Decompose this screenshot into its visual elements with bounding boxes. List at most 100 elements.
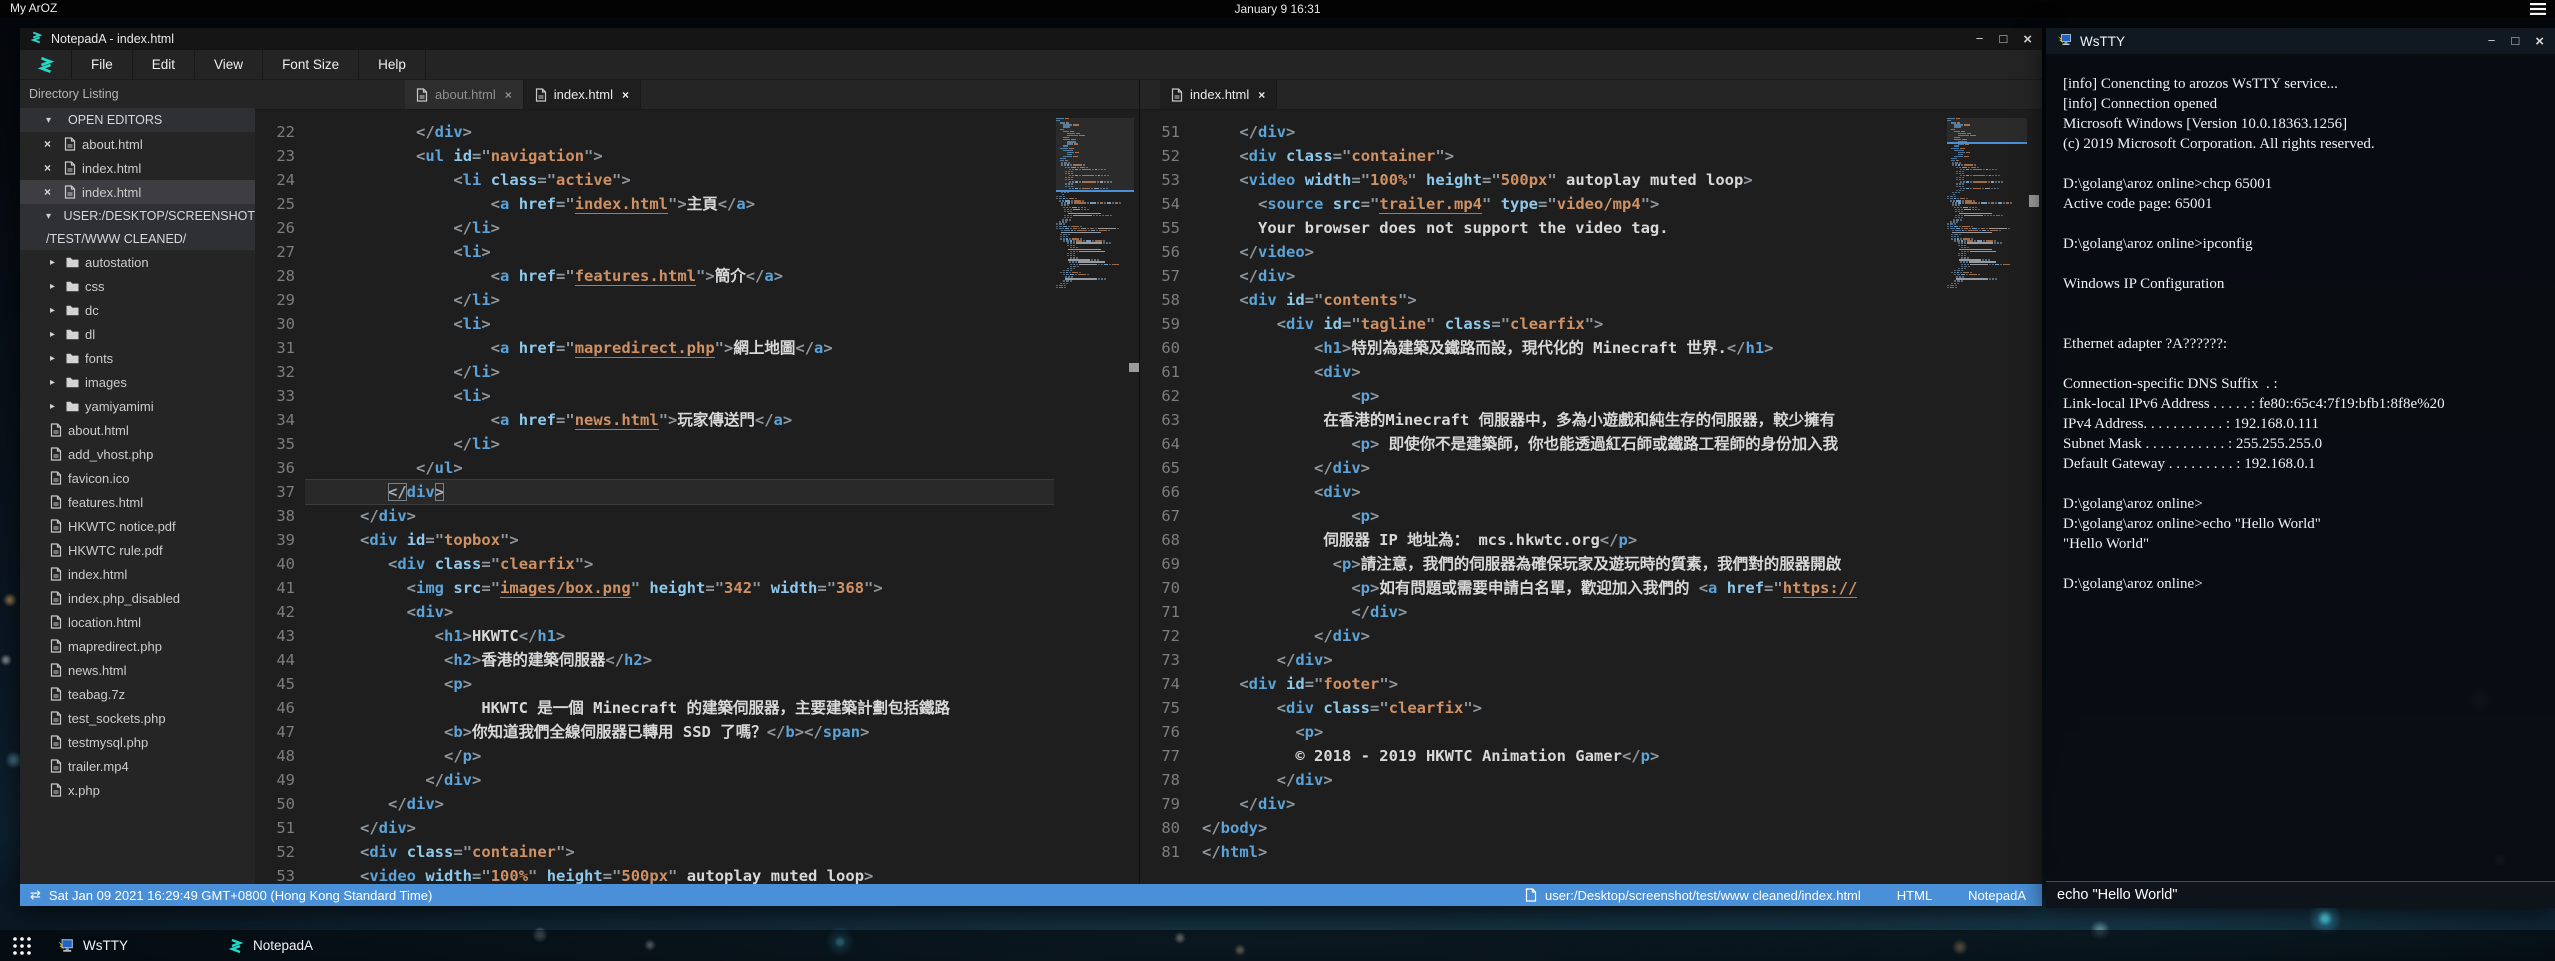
- folder-item-dl[interactable]: ▸dl: [20, 322, 255, 346]
- wstty-icon: [57, 938, 74, 954]
- code-area[interactable]: </div> <ul id="navigation"> <li class="a…: [305, 110, 1054, 884]
- maximize-icon[interactable]: □: [2511, 34, 2519, 49]
- file-item[interactable]: features.html: [20, 490, 255, 514]
- close-icon[interactable]: ×: [622, 88, 629, 102]
- code-line: <div id="tagline" class="clearfix">: [1190, 312, 1945, 336]
- close-icon[interactable]: ×: [44, 185, 56, 199]
- file-item[interactable]: news.html: [20, 658, 255, 682]
- folder-item-yamiyamimi[interactable]: ▸yamiyamimi: [20, 394, 255, 418]
- hamburger-icon[interactable]: [2530, 3, 2546, 18]
- status-language[interactable]: HTML: [1897, 888, 1932, 903]
- editor-pane-right: index.html× 5152535455565758596061626364…: [1140, 80, 2042, 884]
- folder-item-css[interactable]: ▸css: [20, 274, 255, 298]
- editor-tab-about.html[interactable]: about.html×: [405, 80, 524, 109]
- menu-item-help[interactable]: Help: [359, 50, 426, 79]
- open-editor-item[interactable]: ×about.html: [20, 132, 255, 156]
- close-icon[interactable]: ×: [2023, 32, 2032, 47]
- open-editors-section[interactable]: ▾ OPEN EDITORS: [20, 108, 255, 132]
- app-grid-icon[interactable]: [12, 936, 32, 961]
- file-item[interactable]: mapredirect.php: [20, 634, 255, 658]
- code-line: </div>: [1190, 768, 1945, 792]
- code-line: <div>: [305, 600, 1054, 624]
- terminal-line: D:\golang\aroz online>chcp 65001: [2063, 174, 2538, 194]
- workspace-section[interactable]: ▾ USER:/DESKTOP/SCREENSHOT: [20, 204, 255, 228]
- folder-item-images[interactable]: ▸images: [20, 370, 255, 394]
- file-item[interactable]: testmysql.php: [20, 730, 255, 754]
- file-item[interactable]: add_vhost.php: [20, 442, 255, 466]
- code-line: <a href="news.html">玩家傳送門</a>: [305, 408, 1054, 432]
- file-item[interactable]: location.html: [20, 610, 255, 634]
- folder-icon: [66, 305, 79, 316]
- minimap[interactable]: [1947, 118, 2027, 289]
- close-icon[interactable]: ×: [1258, 88, 1265, 102]
- file-icon: [50, 639, 62, 653]
- code-line: <source src="trailer.mp4" type="video/mp…: [1190, 192, 1945, 216]
- file-icon: [50, 759, 62, 773]
- code-line: <div class="container">: [1190, 144, 1945, 168]
- file-icon: [50, 711, 62, 725]
- line-number-gutter[interactable]: 2223242526272829303132333435363738394041…: [255, 110, 305, 884]
- file-item[interactable]: about.html: [20, 418, 255, 442]
- code-line: <p>如有問題或需要申請白名單，歡迎加入我們的 <a href="https:/…: [1190, 576, 1945, 600]
- folder-item-autostation[interactable]: ▸autostation: [20, 250, 255, 274]
- menu-item-file[interactable]: File: [72, 50, 133, 79]
- close-icon[interactable]: ×: [44, 161, 56, 175]
- open-editor-item[interactable]: ×index.html: [20, 180, 255, 204]
- code-line: </div>: [305, 480, 1054, 504]
- close-icon[interactable]: ×: [505, 88, 512, 102]
- folder-item-dc[interactable]: ▸dc: [20, 298, 255, 322]
- taskbar-item-notepada[interactable]: NotepadA: [228, 930, 313, 961]
- file-item[interactable]: HKWTC rule.pdf: [20, 538, 255, 562]
- scrollbar-thumb[interactable]: [2029, 195, 2039, 207]
- system-top-bar: My ArOZ January 9 16:31: [0, 0, 2555, 17]
- wstty-titlebar[interactable]: WsTTY − □ ×: [2046, 28, 2555, 54]
- scrollbar-thumb[interactable]: [1129, 363, 1139, 372]
- file-icon: [1525, 888, 1537, 902]
- file-item[interactable]: test_sockets.php: [20, 706, 255, 730]
- code-line: </div>: [1190, 792, 1945, 816]
- sidebar-header: Directory Listing: [20, 80, 255, 108]
- terminal-line: Connection-specific DNS Suffix . :: [2063, 374, 2538, 394]
- file-item[interactable]: HKWTC notice.pdf: [20, 514, 255, 538]
- taskbar-item-wstty[interactable]: WsTTY: [57, 930, 128, 961]
- code-line: </video>: [1190, 240, 1945, 264]
- code-area[interactable]: </div> <div class="container"> <video wi…: [1190, 110, 1945, 884]
- file-icon: [50, 447, 62, 461]
- code-line: <h1>特別為建築及鐵路而設，現代化的 Minecraft 世界.</h1>: [1190, 336, 1945, 360]
- open-editor-item[interactable]: ×index.html: [20, 156, 255, 180]
- code-line: </li>: [305, 432, 1054, 456]
- code-line: <a href="features.html">簡介</a>: [305, 264, 1054, 288]
- editor-tab-index.html[interactable]: index.html×: [1160, 80, 1277, 109]
- menu-item-font-size[interactable]: Font Size: [263, 50, 359, 79]
- file-item[interactable]: favicon.ico: [20, 466, 255, 490]
- notepada-icon: [228, 938, 244, 954]
- terminal-output: [info] Conencting to arozos WsTTY servic…: [2046, 54, 2555, 881]
- minimap[interactable]: [1056, 118, 1134, 289]
- file-item[interactable]: x.php: [20, 778, 255, 802]
- file-item[interactable]: index.html: [20, 562, 255, 586]
- workspace-section-line2[interactable]: /TEST/WWW CLEANED/: [20, 228, 255, 250]
- file-item[interactable]: trailer.mp4: [20, 754, 255, 778]
- file-item[interactable]: teabag.7z: [20, 682, 255, 706]
- desktop-wallpaper: My ArOZ January 9 16:31 NotepadA - index…: [0, 0, 2555, 961]
- minimize-icon[interactable]: −: [1976, 32, 1984, 47]
- terminal-line: Windows IP Configuration: [2063, 274, 2538, 294]
- minimize-icon[interactable]: −: [2488, 34, 2496, 49]
- close-icon[interactable]: ×: [44, 137, 56, 151]
- maximize-icon[interactable]: □: [1999, 32, 2007, 47]
- menu-item-edit[interactable]: Edit: [133, 50, 195, 79]
- file-icon: [50, 471, 62, 485]
- folder-item-fonts[interactable]: ▸fonts: [20, 346, 255, 370]
- minimap-cursor-line: [1947, 142, 2027, 144]
- terminal-line: [2063, 254, 2538, 274]
- menu-item-view[interactable]: View: [195, 50, 263, 79]
- code-line: <ul id="navigation">: [305, 144, 1054, 168]
- close-icon[interactable]: ×: [2535, 34, 2544, 49]
- folder-icon: [66, 329, 79, 340]
- file-item[interactable]: index.php_disabled: [20, 586, 255, 610]
- notepada-titlebar[interactable]: NotepadA - index.html − □ ×: [20, 28, 2042, 50]
- terminal-input[interactable]: echo "Hello World": [2046, 881, 2555, 908]
- code-line: <p>請注意，我們的伺服器為確保玩家及遊玩時的質素，我們對的服器開啟: [1190, 552, 1945, 576]
- line-number-gutter[interactable]: 5152535455565758596061626364656667686970…: [1140, 110, 1190, 884]
- editor-tab-index.html[interactable]: index.html×: [524, 80, 641, 109]
